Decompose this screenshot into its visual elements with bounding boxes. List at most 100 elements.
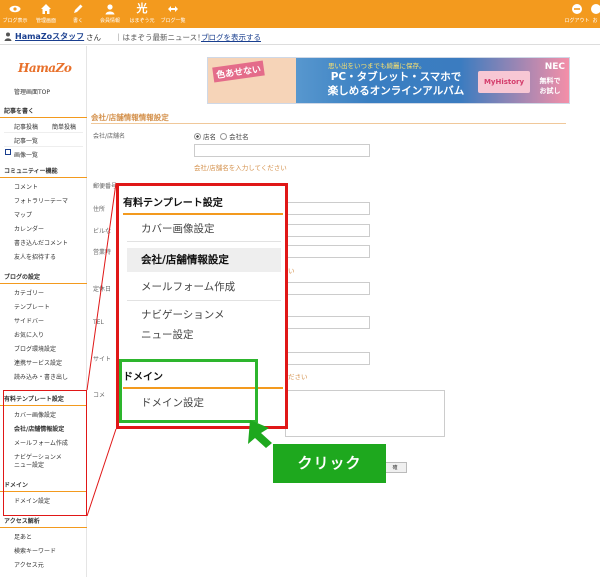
blog-view-button[interactable]: ブログ表示 — [0, 3, 30, 24]
sidebar-item-favorites[interactable]: お気に入り — [14, 330, 44, 339]
domain-settings-highlight — [119, 359, 258, 423]
holiday-input[interactable] — [285, 282, 370, 295]
callout-item-navigation-menu-2[interactable]: ニュー設定 — [127, 326, 281, 344]
sidebar-item-linked-services[interactable]: 連携サービス設定 — [14, 358, 62, 367]
comment-textarea[interactable] — [285, 390, 445, 437]
sidebar-item-referrers[interactable]: アクセス元 — [14, 560, 44, 569]
admin-home-button[interactable]: 管理画面 — [31, 3, 61, 24]
sidebar-item-image-list[interactable]: 画像一覧 — [14, 150, 38, 159]
banner-main-text: PC・タブレット・スマホで 楽しめるオンラインアルバム — [311, 70, 481, 98]
sidebar-item-search-keywords[interactable]: 検索キーワード — [14, 546, 56, 555]
sidebar-item-footprints[interactable]: 足あと — [14, 532, 32, 541]
sidebar-item-post-list[interactable]: 記事一覧 — [14, 136, 38, 145]
divider — [4, 146, 83, 147]
sidebar-item-category[interactable]: カテゴリー — [14, 288, 44, 297]
hours-input[interactable] — [285, 245, 370, 258]
user-icon — [105, 4, 115, 15]
click-annotation: クリック — [273, 444, 386, 483]
eye-icon — [9, 5, 21, 13]
home-icon — [41, 4, 51, 14]
tel-input[interactable] — [285, 316, 370, 329]
company-name-label: 会社/店舗名 — [93, 133, 126, 140]
callout-item-mail-form[interactable]: メールフォーム作成 — [127, 278, 281, 296]
banner-brand: NEC — [544, 62, 565, 72]
radio-company-label: 会社名 — [229, 133, 249, 141]
username-link[interactable]: HamaZoスタッフ — [15, 31, 84, 42]
write-button[interactable]: 書く — [63, 3, 93, 24]
radio-store[interactable] — [194, 133, 201, 140]
ad-banner[interactable]: 色あせない 思い出をいつまでも綺麗に保存。 PC・タブレット・スマホで 楽しめる… — [207, 57, 570, 104]
section-blog-settings: ブログの設定 — [0, 272, 87, 284]
sidebar-item-template[interactable]: テンプレート — [14, 302, 50, 311]
status-bar: HamaZoスタッフ さん ｜はまぞう最新ニュース！｜ ブログを表示する — [0, 28, 600, 45]
address-input[interactable] — [285, 202, 370, 215]
divider — [127, 241, 281, 242]
banner-main-line-2: 楽しめるオンラインアルバム — [327, 85, 465, 97]
sidebar-item-blog-env[interactable]: ブログ環境設定 — [14, 344, 56, 353]
banner-free-line-2: お試し — [539, 87, 561, 95]
sidebar-item-comments[interactable]: コメント — [14, 182, 38, 191]
sidebar-item-sidebar[interactable]: サイドバー — [14, 316, 44, 325]
sidebar-item-photo-rally[interactable]: フォトラリーテーマ — [14, 196, 68, 205]
comment-label: コメ — [93, 392, 106, 399]
sidebar-item-map[interactable]: マップ — [14, 210, 32, 219]
submit-button[interactable]: 確 — [383, 462, 407, 473]
tel-label: TEL — [93, 319, 104, 326]
address-label: 住所 — [93, 206, 106, 213]
banner-product-logo: MyHistory — [478, 71, 530, 93]
sidebar-item-post[interactable]: 記事投稿 — [14, 122, 38, 131]
section-community: コミュニティー機能 — [0, 166, 87, 178]
hamazo-home-button[interactable]: 光 はまぞう元 — [127, 2, 157, 25]
radio-company[interactable] — [220, 133, 228, 140]
banner-free-line-1: 無料で — [539, 77, 561, 85]
postal-code-label: 郵便番号 — [93, 183, 118, 190]
company-name-hint: 会社/店舗名を入力してください — [194, 164, 287, 172]
hours-hint: い — [288, 267, 295, 275]
building-input[interactable] — [285, 224, 370, 237]
divider — [4, 132, 83, 133]
member-info-button[interactable]: 会員情報 — [95, 3, 125, 24]
sidebar-admin-top-link[interactable]: 管理画面TOP — [14, 87, 50, 96]
holiday-label: 定休日 — [93, 286, 112, 293]
building-label: ビルな — [93, 228, 112, 235]
title-divider — [91, 123, 566, 124]
banner-free-trial: 無料で お試し — [534, 76, 566, 96]
hours-label: 営業時 — [93, 249, 112, 256]
callout-paid-template-heading: 有料テンプレート設定 — [123, 194, 283, 215]
blog-list-button[interactable]: ブログ一覧 — [158, 3, 188, 24]
page-title: 会社/店舗情報情報設定 — [91, 113, 169, 122]
top-toolbar: ブログ表示 管理画面 書く 会員情報 光 はまぞう元 ブログ一覧 ログアウト お — [0, 0, 600, 28]
site-input[interactable] — [285, 352, 370, 365]
banner-main-line-1: PC・タブレット・スマホで — [330, 71, 462, 83]
sidebar-item-my-comments[interactable]: 書き込んだコメント — [14, 238, 68, 247]
sidebar-item-import-export[interactable]: 読み込み・書き出し — [14, 372, 68, 381]
hikari-icon: 光 — [136, 2, 148, 15]
arrows-icon — [168, 6, 178, 12]
banner-badge: 色あせない — [212, 60, 265, 83]
news-link[interactable]: ｜はまぞう最新ニュース！｜ — [115, 32, 212, 43]
logout-icon — [572, 4, 582, 14]
divider — [127, 300, 281, 301]
site-hint: ださい — [288, 373, 308, 381]
help-button[interactable]: お — [590, 3, 600, 24]
sidebar-item-invite[interactable]: 友人を招待する — [14, 252, 56, 261]
user-small-icon — [4, 32, 12, 41]
help-icon — [591, 4, 600, 14]
hamazo-logo[interactable]: HamaZo — [18, 61, 72, 75]
callout-item-navigation-menu[interactable]: ナビゲーションメ — [127, 306, 281, 324]
sidebar-item-calendar[interactable]: カレンダー — [14, 224, 44, 233]
radio-store-label: 店名 — [203, 133, 216, 141]
site-label: サイト — [93, 356, 112, 363]
view-blog-link[interactable]: ブログを表示する — [201, 32, 261, 43]
sidebar-highlight-box — [3, 390, 87, 516]
company-name-input[interactable] — [194, 144, 370, 157]
logout-button[interactable]: ログアウト — [562, 3, 592, 24]
image-icon — [5, 149, 11, 155]
section-write: 記事を書く — [0, 106, 87, 118]
banner-photo: 色あせない — [208, 58, 296, 103]
sidebar-item-quick-post[interactable]: 簡単投稿 — [52, 122, 76, 131]
honorific-label: さん — [86, 33, 101, 42]
callout-item-cover-image[interactable]: カバー画像設定 — [127, 220, 281, 238]
banner-top-text: 思い出をいつまでも綺麗に保存。 — [328, 62, 426, 70]
callout-item-company-info[interactable]: 会社/店舗情報設定 — [127, 248, 281, 272]
